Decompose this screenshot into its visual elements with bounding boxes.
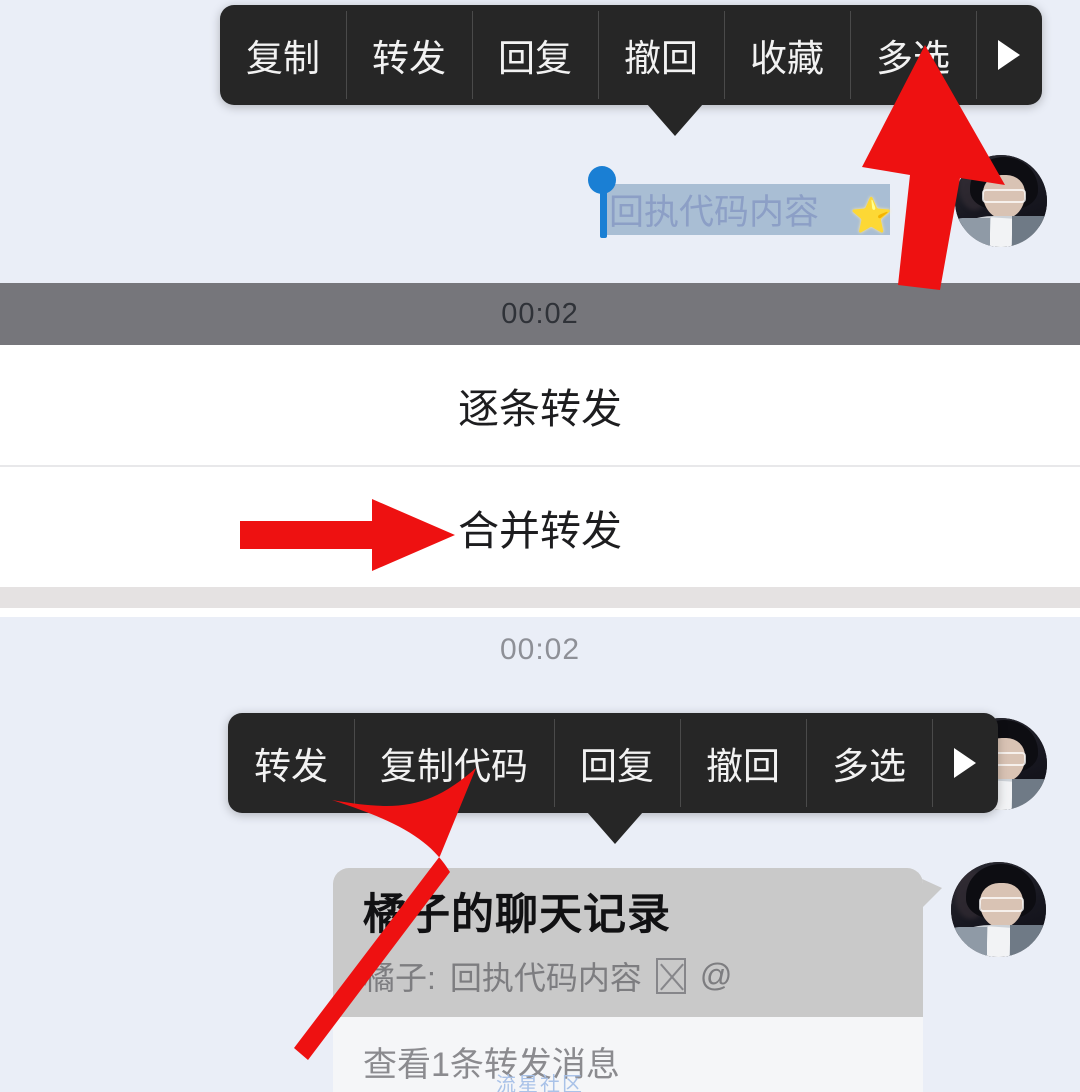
forwarded-record-card[interactable]: 橘子的聊天记录 橘子: 回执代码内容 @ 查看1条转发消息 xyxy=(333,868,923,1092)
action-sheet-option-forward-merged[interactable]: 合并转发 xyxy=(0,466,1080,587)
avatar[interactable] xyxy=(951,862,1046,957)
context-menu-next-page-button[interactable] xyxy=(932,713,998,813)
timestamp-bottom: 00:02 xyxy=(499,633,581,666)
context-menu-item-label: 复制代码 xyxy=(380,746,528,787)
context-menu-item-forward[interactable]: 转发 xyxy=(346,5,472,105)
forwarded-card-title: 橘子的聊天记录 xyxy=(363,891,671,939)
action-sheet-option-label: 合并转发 xyxy=(458,507,622,554)
forwarded-preview-text: 回执代码内容 xyxy=(449,959,642,996)
context-menu-item-recall[interactable]: 撤回 xyxy=(598,5,724,105)
user-avatar-icon xyxy=(955,155,1047,247)
context-menu-item-label: 撤回 xyxy=(624,38,698,79)
context-menu-item-label: 回复 xyxy=(580,746,654,787)
context-menu-item-copy-code[interactable]: 复制代码 xyxy=(354,713,554,813)
context-menu-item-reply[interactable]: 回复 xyxy=(472,5,598,105)
context-menu-item-recall[interactable]: 撤回 xyxy=(680,713,806,813)
avatar[interactable] xyxy=(955,155,1047,247)
context-menu-item-label: 回复 xyxy=(498,38,572,79)
timestamp-band-top: 00:02 xyxy=(0,283,1080,345)
selected-message-text: 回执代码内容 xyxy=(609,193,820,232)
context-menu-item-label: 转发 xyxy=(254,746,328,787)
action-sheet-option-label: 逐条转发 xyxy=(458,386,622,432)
action-sheet-separator-bottom xyxy=(0,608,1080,617)
context-menu-item-label: 多选 xyxy=(876,38,950,79)
timestamp-text: 00:02 xyxy=(501,297,579,330)
bubble-tail-icon xyxy=(920,878,942,910)
triangle-right-icon xyxy=(998,40,1020,70)
forwarded-card-preview: 橘子: 回执代码内容 @ xyxy=(363,953,893,999)
selected-message-bubble[interactable]: 回执代码内容 xyxy=(603,184,890,235)
missing-glyph-icon xyxy=(655,957,686,994)
forward-action-sheet[interactable]: 逐条转发 合并转发 xyxy=(0,345,1080,587)
context-menu-caret-icon xyxy=(587,812,643,844)
watermark-text: 流星社区 xyxy=(496,1074,584,1092)
forwarded-card-header: 橘子的聊天记录 橘子: 回执代码内容 @ xyxy=(333,868,923,1017)
user-avatar-icon xyxy=(951,862,1046,957)
at-symbol-icon: @ xyxy=(699,957,733,994)
context-menu-item-label: 多选 xyxy=(832,746,906,787)
context-menu-bottom[interactable]: 转发 复制代码 回复 撤回 多选 xyxy=(228,713,998,813)
context-menu-item-label: 收藏 xyxy=(750,38,824,79)
context-menu-caret-icon xyxy=(647,104,703,136)
context-menu-item-multiselect[interactable]: 多选 xyxy=(850,5,976,105)
action-sheet-option-forward-individually[interactable]: 逐条转发 xyxy=(0,345,1080,465)
context-menu-item-forward[interactable]: 转发 xyxy=(228,713,354,813)
selection-handle-dot-icon[interactable] xyxy=(588,166,616,194)
context-menu-item-label: 复制 xyxy=(246,38,320,79)
triangle-right-icon xyxy=(954,748,976,778)
forwarded-preview-sender: 橘子: xyxy=(363,959,436,996)
context-menu-item-copy[interactable]: 复制 xyxy=(220,5,346,105)
screenshot-root: 回执代码内容 ⭐ 复制 转发 回复 撤回 收藏 多选 00:02 逐条转发 合并… xyxy=(0,0,1080,1092)
action-sheet-separator xyxy=(0,587,1080,608)
context-menu-item-label: 转发 xyxy=(372,38,446,79)
context-menu-item-label: 撤回 xyxy=(706,746,780,787)
context-menu-item-multiselect[interactable]: 多选 xyxy=(806,713,932,813)
context-menu-next-page-button[interactable] xyxy=(976,5,1042,105)
context-menu-item-reply[interactable]: 回复 xyxy=(554,713,680,813)
context-menu-top[interactable]: 复制 转发 回复 撤回 收藏 多选 xyxy=(220,5,1042,105)
context-menu-item-favorite[interactable]: 收藏 xyxy=(724,5,850,105)
star-emoji-icon: ⭐ xyxy=(850,197,893,235)
